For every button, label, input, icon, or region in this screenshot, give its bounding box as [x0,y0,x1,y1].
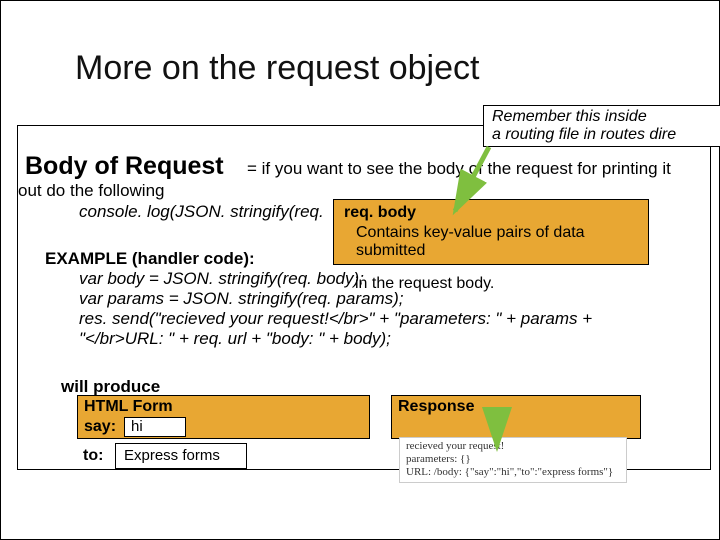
body-of-request-heading: Body of Request [25,152,224,181]
code-line-3: res. send("recieved your request!</br>" … [79,309,592,329]
slide: More on the request object Remember this… [0,0,720,540]
code-line-1: var body = JSON. stringify(req. body); [79,269,364,289]
note-line-2: a routing file in routes dire [492,126,676,144]
say-input-value: hi [131,418,143,435]
callout-line-2: Contains key-value pairs of data [356,224,585,242]
slide-title: More on the request object [75,49,479,88]
console-log-line: console. log(JSON. stringify(req. [79,202,324,222]
example-label: EXAMPLE (handler code): [45,249,255,269]
note-line-1: Remember this inside [492,108,647,126]
response-line-1: recieved your request! [406,440,504,452]
body-of-request-desc: = if you want to see the body of the req… [247,159,671,179]
remember-note: Remember this inside a routing file in r… [483,105,720,147]
say-input[interactable]: hi [124,417,186,437]
response-line-3: URL: /body: {"say":"hi","to":"express fo… [406,466,613,478]
in-the-request-body-text: in the request body. [355,275,494,293]
html-form-box: HTML Form say: hi [77,395,370,439]
say-label: say: [84,418,116,436]
form-header: HTML Form [84,398,173,416]
will-produce-label: will produce [61,377,160,397]
to-label: to: [83,447,103,465]
callout-line-3: submitted [356,242,425,260]
to-input[interactable]: Express forms [115,443,247,469]
response-output: recieved your request! parameters: {} UR… [399,437,627,483]
code-line-4: "</br>URL: " + req. url + "body: " + bod… [79,329,391,349]
out-line: out do the following [18,181,165,201]
to-input-value: Express forms [124,447,220,464]
req-body-callout: req. body Contains key-value pairs of da… [333,199,649,265]
response-box: Response [391,395,641,439]
response-line-2: parameters: {} [406,453,471,465]
callout-heading: req. body [344,204,416,222]
response-header: Response [398,398,474,416]
